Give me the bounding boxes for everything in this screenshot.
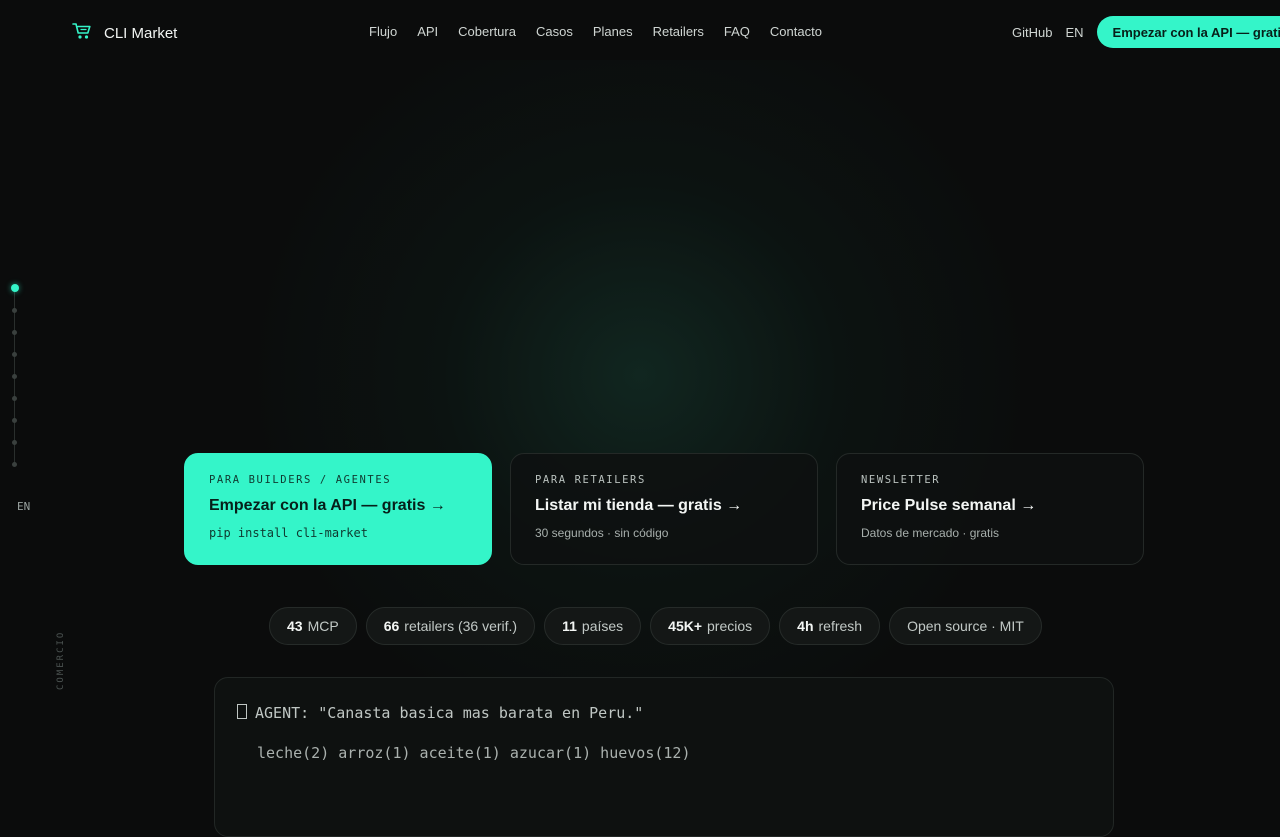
card-title: Price Pulse semanal → [861,497,1037,514]
terminal-prompt-text: AGENT: "Canasta basica mas barata en Per… [255,704,644,722]
stat-value: 43 [287,618,303,634]
rail-dot-active[interactable] [11,284,19,292]
rail-dot[interactable] [12,462,17,467]
card-subtitle: 30 segundos · sin código [535,526,669,540]
stat-label: países [581,618,624,634]
stat-value: 4h [797,618,814,634]
stat-value: 66 [383,618,400,634]
stat-value: 45K+ [668,618,703,634]
nav-link-flujo[interactable]: Flujo [369,24,397,39]
stat-label: retailers (36 verif.) [404,618,518,634]
section-progress-rail [11,284,19,468]
terminal-line: AGENT: "Canasta basica mas barata en Per… [237,704,1091,724]
stat-value: 11 [562,618,577,634]
nav-link-faq[interactable]: FAQ [724,24,750,39]
stat-label: refresh [818,618,863,634]
terminal-demo: AGENT: "Canasta basica mas barata en Per… [214,677,1114,837]
card-eyebrow: PARA BUILDERS / AGENTES [209,474,392,486]
stat-label: MCP [307,618,339,634]
agent-icon [237,704,247,719]
header-actions: GitHub EN Empezar con la API — gratis → [1012,16,1280,48]
cart-icon [72,22,92,45]
stat-label: Open source · MIT [907,618,1024,634]
rail-dot[interactable] [12,352,17,357]
card-builders[interactable]: PARA BUILDERS / AGENTES Empezar con la A… [184,453,492,565]
rail-language-label[interactable]: EN [17,500,30,513]
nav-link-casos[interactable]: Casos [536,24,573,39]
nav-link-cobertura[interactable]: Cobertura [458,24,516,39]
main-nav: Flujo API Cobertura Casos Planes Retaile… [369,24,822,39]
brand-logo[interactable]: CLI Market [72,22,177,45]
stat-pill-prices: 45K+ precios [650,607,771,645]
card-newsletter[interactable]: NEWSLETTER Price Pulse semanal → Datos d… [836,453,1144,565]
stat-pill-retailers: 66 retailers (36 verif.) [365,607,536,645]
vertical-section-label: COMERCIO [56,630,66,690]
card-title: Empezar con la API — gratis → [209,497,446,514]
nav-link-contacto[interactable]: Contacto [770,24,822,39]
stat-pill-license: Open source · MIT [889,607,1042,645]
terminal-line: leche(2) arroz(1) aceite(1) azucar(1) hu… [237,744,1091,764]
stat-pill-refresh: 4h refresh [779,607,881,645]
nav-link-planes[interactable]: Planes [593,24,633,39]
card-subtitle: pip install cli-market [209,526,368,540]
nav-link-retailers[interactable]: Retailers [653,24,704,39]
github-link[interactable]: GitHub [1012,25,1052,40]
rail-dot[interactable] [12,396,17,401]
rail-dot[interactable] [12,308,17,313]
terminal-output-text: leche(2) arroz(1) aceite(1) azucar(1) hu… [257,744,691,762]
stat-pill-countries: 11 países [544,607,642,645]
language-toggle[interactable]: EN [1065,25,1083,40]
card-eyebrow: NEWSLETTER [861,474,941,486]
brand-name: CLI Market [104,25,178,42]
card-retailers[interactable]: PARA RETAILERS Listar mi tienda — gratis… [510,453,818,565]
background-glow [240,60,1040,760]
nav-link-api[interactable]: API [417,24,438,39]
stat-pill-mcp: 43 MCP [269,607,357,645]
rail-dot[interactable] [12,440,17,445]
stats-row: 43 MCP 66 retailers (36 verif.) 11 países 4… [269,607,1042,645]
header-cta-button[interactable]: Empezar con la API — gratis → [1096,16,1280,48]
rail-dot[interactable] [12,330,17,335]
card-subtitle: Datos de mercado · gratis [861,526,1000,540]
stat-label: precios [707,618,753,634]
card-title: Listar mi tienda — gratis → [535,497,743,514]
rail-dot[interactable] [12,418,17,423]
rail-dot[interactable] [12,374,17,379]
card-eyebrow: PARA RETAILERS [535,474,646,486]
